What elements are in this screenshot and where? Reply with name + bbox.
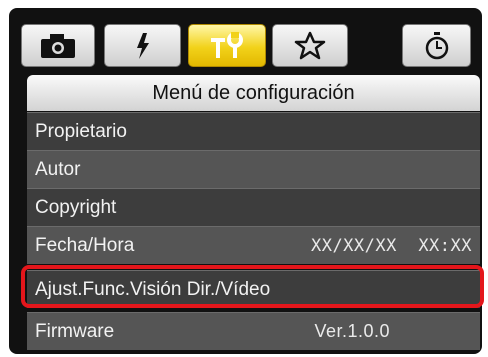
firmware-version-value: Ver.1.0.0 xyxy=(314,321,390,341)
camera-icon xyxy=(41,33,75,58)
menu-item-label: Fecha/Hora xyxy=(35,234,135,256)
tools-icon xyxy=(211,31,243,58)
tab-mymenu[interactable] xyxy=(272,24,348,67)
menu-item-author[interactable]: Autor xyxy=(27,150,480,188)
tab-bar xyxy=(21,14,476,72)
menu-item-firmware[interactable]: Firmware Ver.1.0.0 xyxy=(27,312,480,350)
menu-item-label: Propietario xyxy=(35,120,127,142)
menu-item-label: Autor xyxy=(35,158,81,180)
flash-icon xyxy=(136,32,149,59)
tab-flash[interactable] xyxy=(104,24,181,67)
menu-item-copyright[interactable]: Copyright xyxy=(27,188,480,226)
menu-item-label: Copyright xyxy=(35,196,117,218)
date-time-value: XX/XX/XX XX:XX xyxy=(310,235,472,256)
selection-highlight xyxy=(21,265,484,308)
settings-menu-list: Propietario Autor Copyright Fecha/Hora X… xyxy=(21,112,484,354)
menu-item-label: Firmware xyxy=(35,320,115,342)
menu-item-date-time[interactable]: Fecha/Hora XX/XX/XX XX:XX xyxy=(27,226,480,264)
camera-menu-screen: Menú de configuración Propietario Autor … xyxy=(9,8,484,354)
tab-camera[interactable] xyxy=(21,24,95,67)
menu-header: Menú de configuración xyxy=(27,75,480,111)
menu-title: Menú de configuración xyxy=(152,81,355,104)
timer-icon xyxy=(425,31,448,59)
menu-item-owner[interactable]: Propietario xyxy=(27,112,480,150)
star-icon xyxy=(294,31,326,59)
tab-tools[interactable] xyxy=(188,24,266,67)
tab-timer[interactable] xyxy=(402,24,471,67)
